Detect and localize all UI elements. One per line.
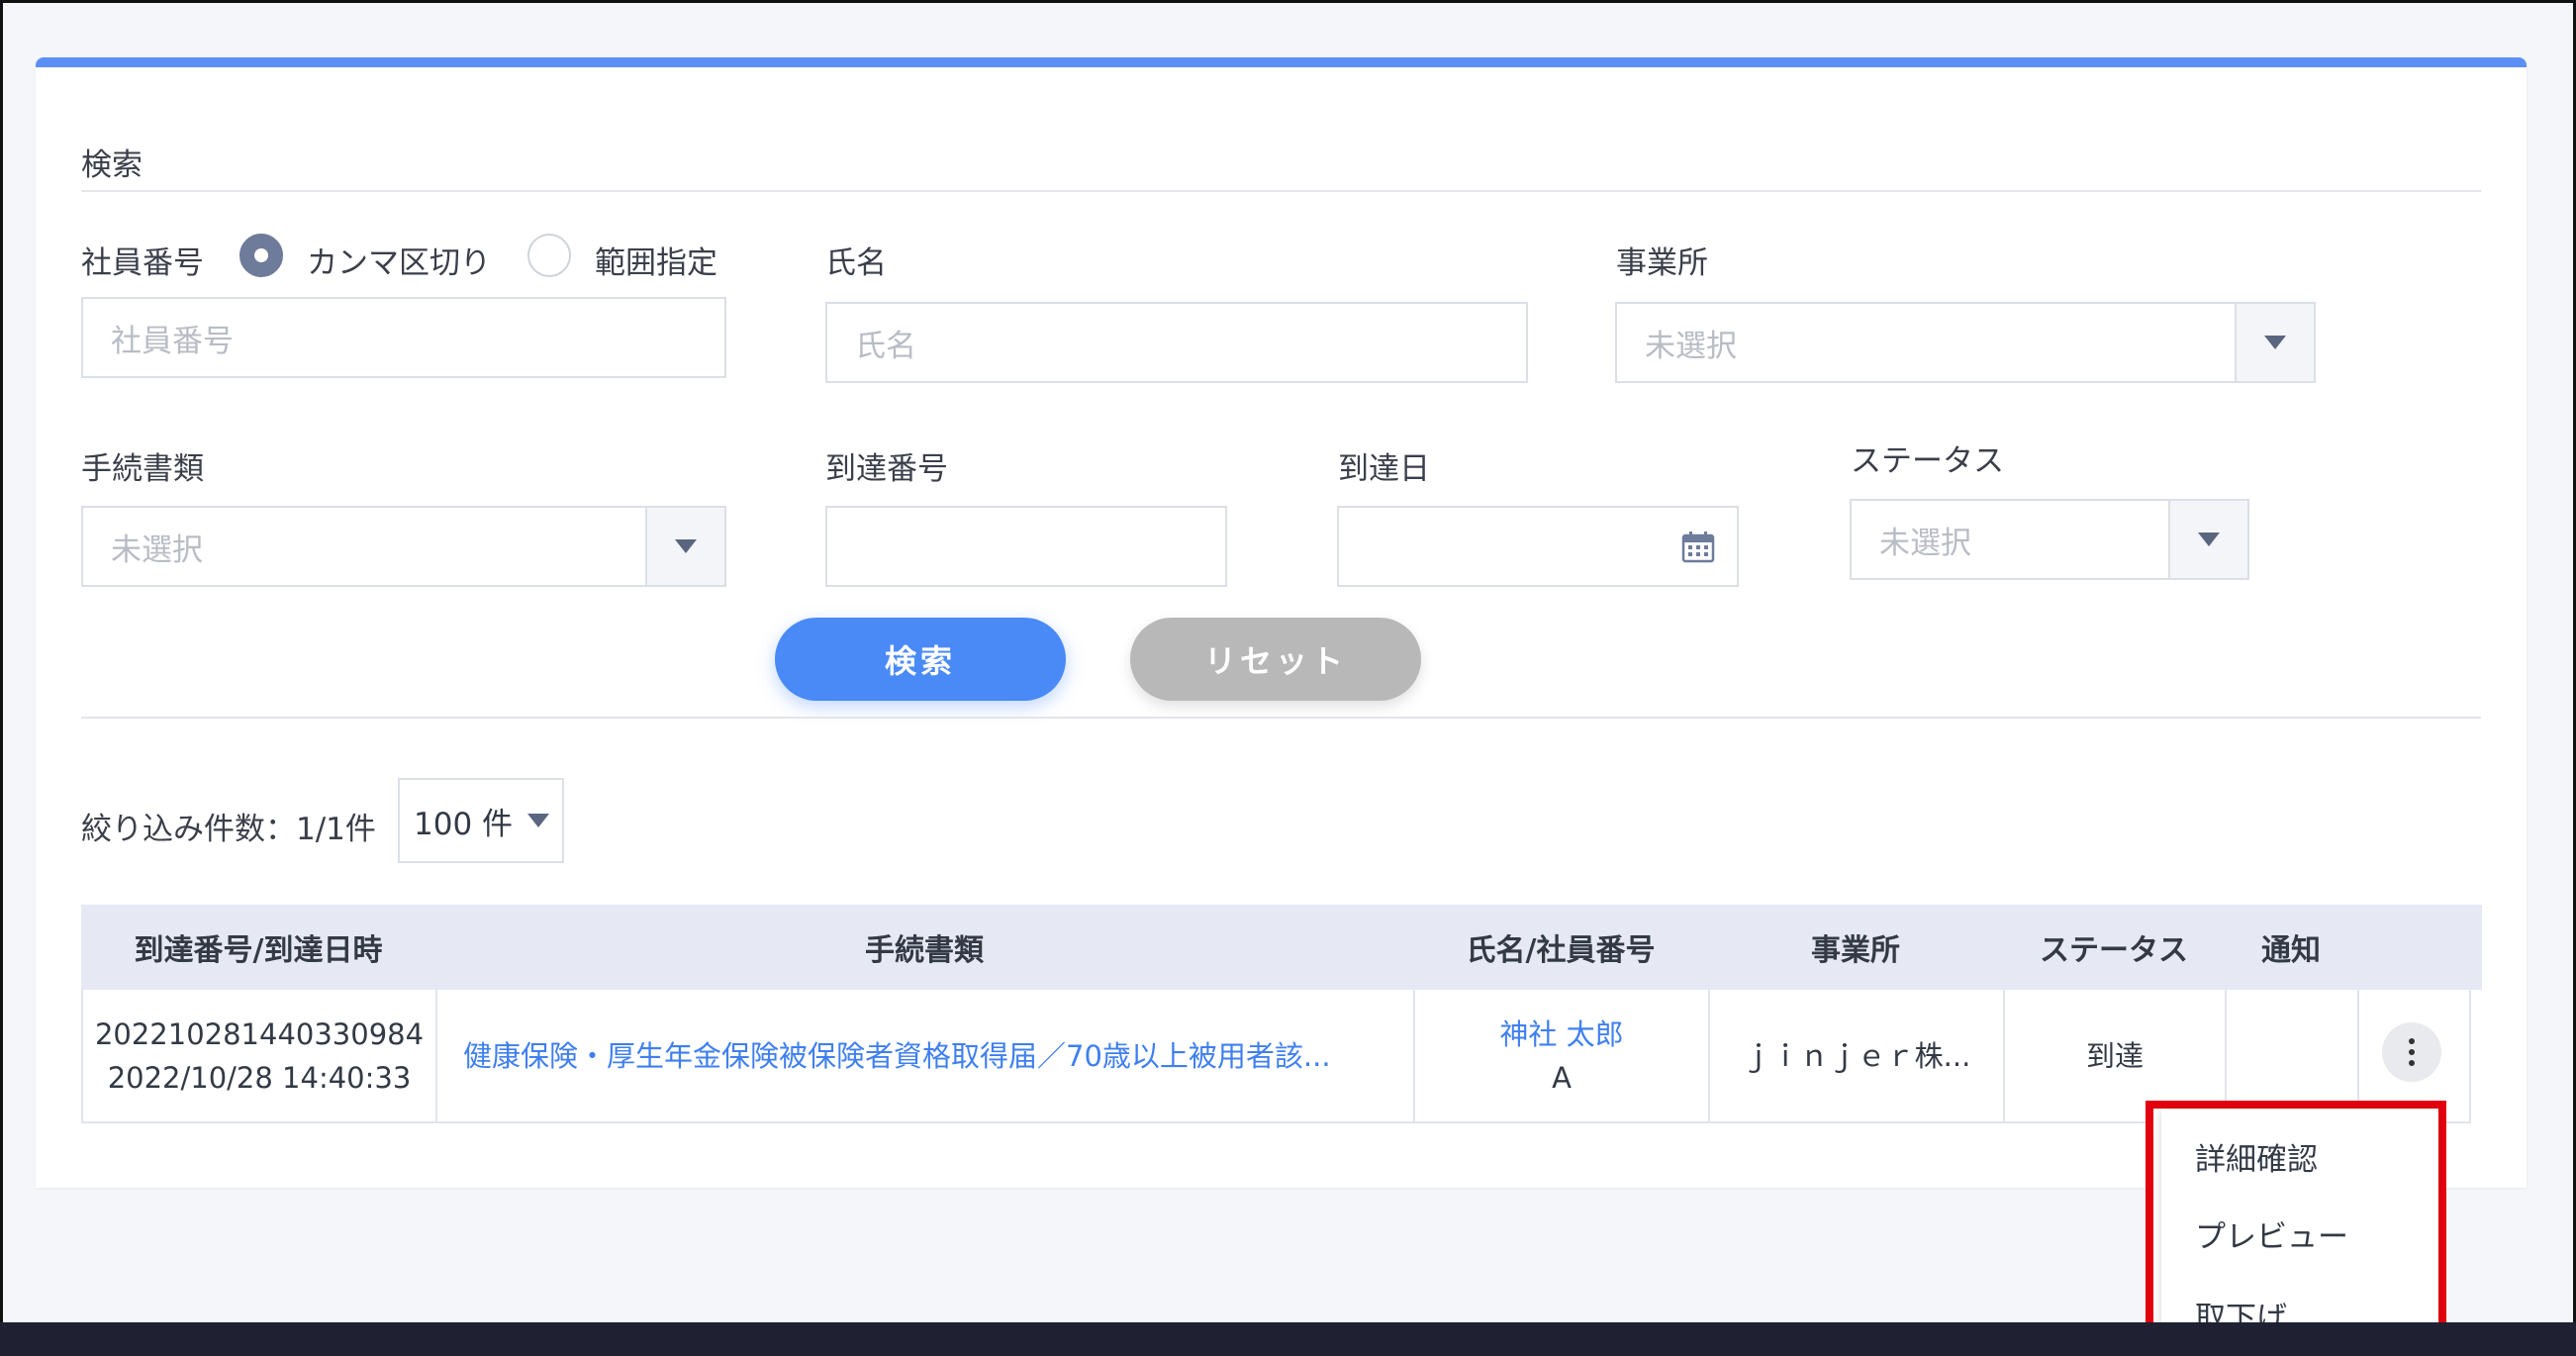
chevron-down-icon <box>2235 304 2314 381</box>
document-cell: 健康保険・厚生年金保険被保険者資格取得届／70歳以上被用者該... <box>437 990 1415 1121</box>
employee-number-input[interactable]: 社員番号 <box>81 297 726 378</box>
arrival-date-label: 到達日 <box>1338 451 1430 487</box>
office-select[interactable]: 未選択 <box>1615 302 2316 383</box>
office-label: 事業所 <box>1616 245 1708 281</box>
divider <box>81 717 2481 719</box>
status-select[interactable]: 未選択 <box>1850 499 2249 580</box>
name-input[interactable]: 氏名 <box>825 302 1528 383</box>
employee-number-label: 社員番号 <box>81 245 204 281</box>
column-header[interactable]: 到達番号/到達日時 <box>81 905 435 990</box>
table-row: 202210281440330984 2022/10/28 14:40:33 健… <box>81 990 2471 1123</box>
menu-item-detail[interactable]: 詳細確認 <box>2195 1134 2318 1179</box>
menu-item-preview[interactable]: プレビュー <box>2195 1211 2348 1256</box>
menu-panel: 詳細確認 プレビュー 取下げ <box>2161 1109 2438 1338</box>
chevron-down-icon <box>645 508 724 585</box>
employee-number: A <box>1552 1060 1572 1095</box>
results-table-header: 到達番号/到達日時 手続書類 氏名/社員番号 事業所 ステータス 通知 <box>81 905 2482 990</box>
column-header[interactable]: 氏名/社員番号 <box>1413 905 1708 990</box>
document-link[interactable]: 健康保険・厚生年金保険被保険者資格取得届／70歳以上被用者該... <box>463 1034 1331 1078</box>
radio-range-label: 範囲指定 <box>595 245 717 281</box>
search-button[interactable]: 検索 <box>775 618 1066 701</box>
status-select-value: 未選択 <box>1879 525 1971 561</box>
radio-comma-label: カンマ区切り <box>307 245 491 281</box>
result-count: 絞り込み件数：1/1件 <box>81 812 376 847</box>
radio-range[interactable] <box>527 234 571 277</box>
office-select-value: 未選択 <box>1645 328 1737 364</box>
document-label: 手続書類 <box>81 451 204 487</box>
arrival-number-label: 到達番号 <box>825 451 948 487</box>
column-header[interactable]: 事業所 <box>1708 905 2003 990</box>
status-label: ステータス <box>1851 443 2004 479</box>
document-select[interactable]: 未選択 <box>81 506 726 587</box>
arrival-datetime: 2022/10/28 14:40:33 <box>107 1060 412 1095</box>
column-header[interactable]: ステータス <box>2003 905 2225 990</box>
reset-button[interactable]: リセット <box>1130 618 1421 701</box>
column-header[interactable]: 通知 <box>2225 905 2357 990</box>
more-vertical-icon <box>2409 1038 2415 1066</box>
arrival-date-input[interactable] <box>1337 506 1739 587</box>
arrival-number-input[interactable] <box>825 506 1227 587</box>
employee-name-link[interactable]: 神社 太郎 <box>1499 1013 1623 1056</box>
name-label: 氏名 <box>825 245 887 281</box>
column-header[interactable]: 手続書類 <box>435 905 1413 990</box>
section-title: 検索 <box>81 147 143 183</box>
chevron-down-icon <box>515 780 562 861</box>
status-value: 到達 <box>2085 1038 2144 1073</box>
radio-comma-separated[interactable] <box>239 234 283 277</box>
arrival-cell: 202210281440330984 2022/10/28 14:40:33 <box>83 990 437 1121</box>
calendar-icon[interactable] <box>1681 532 1715 563</box>
name-cell: 神社 太郎 A <box>1415 990 1710 1121</box>
row-actions-menu: 詳細確認 プレビュー 取下げ <box>2146 1101 2446 1346</box>
document-select-value: 未選択 <box>111 532 203 568</box>
office-name: ｊｉｎｊｅｒ株... <box>1742 1038 1971 1073</box>
page-size-value: 100 件 <box>414 806 514 842</box>
office-cell: ｊｉｎｊｅｒ株... <box>1710 990 2005 1121</box>
row-actions-button[interactable] <box>2382 1022 2441 1082</box>
page-size-select[interactable]: 100 件 <box>398 778 564 863</box>
footer-bar <box>0 1322 2576 1356</box>
arrival-number: 202210281440330984 <box>94 1017 425 1051</box>
chevron-down-icon <box>2168 501 2247 578</box>
divider <box>81 190 2481 192</box>
